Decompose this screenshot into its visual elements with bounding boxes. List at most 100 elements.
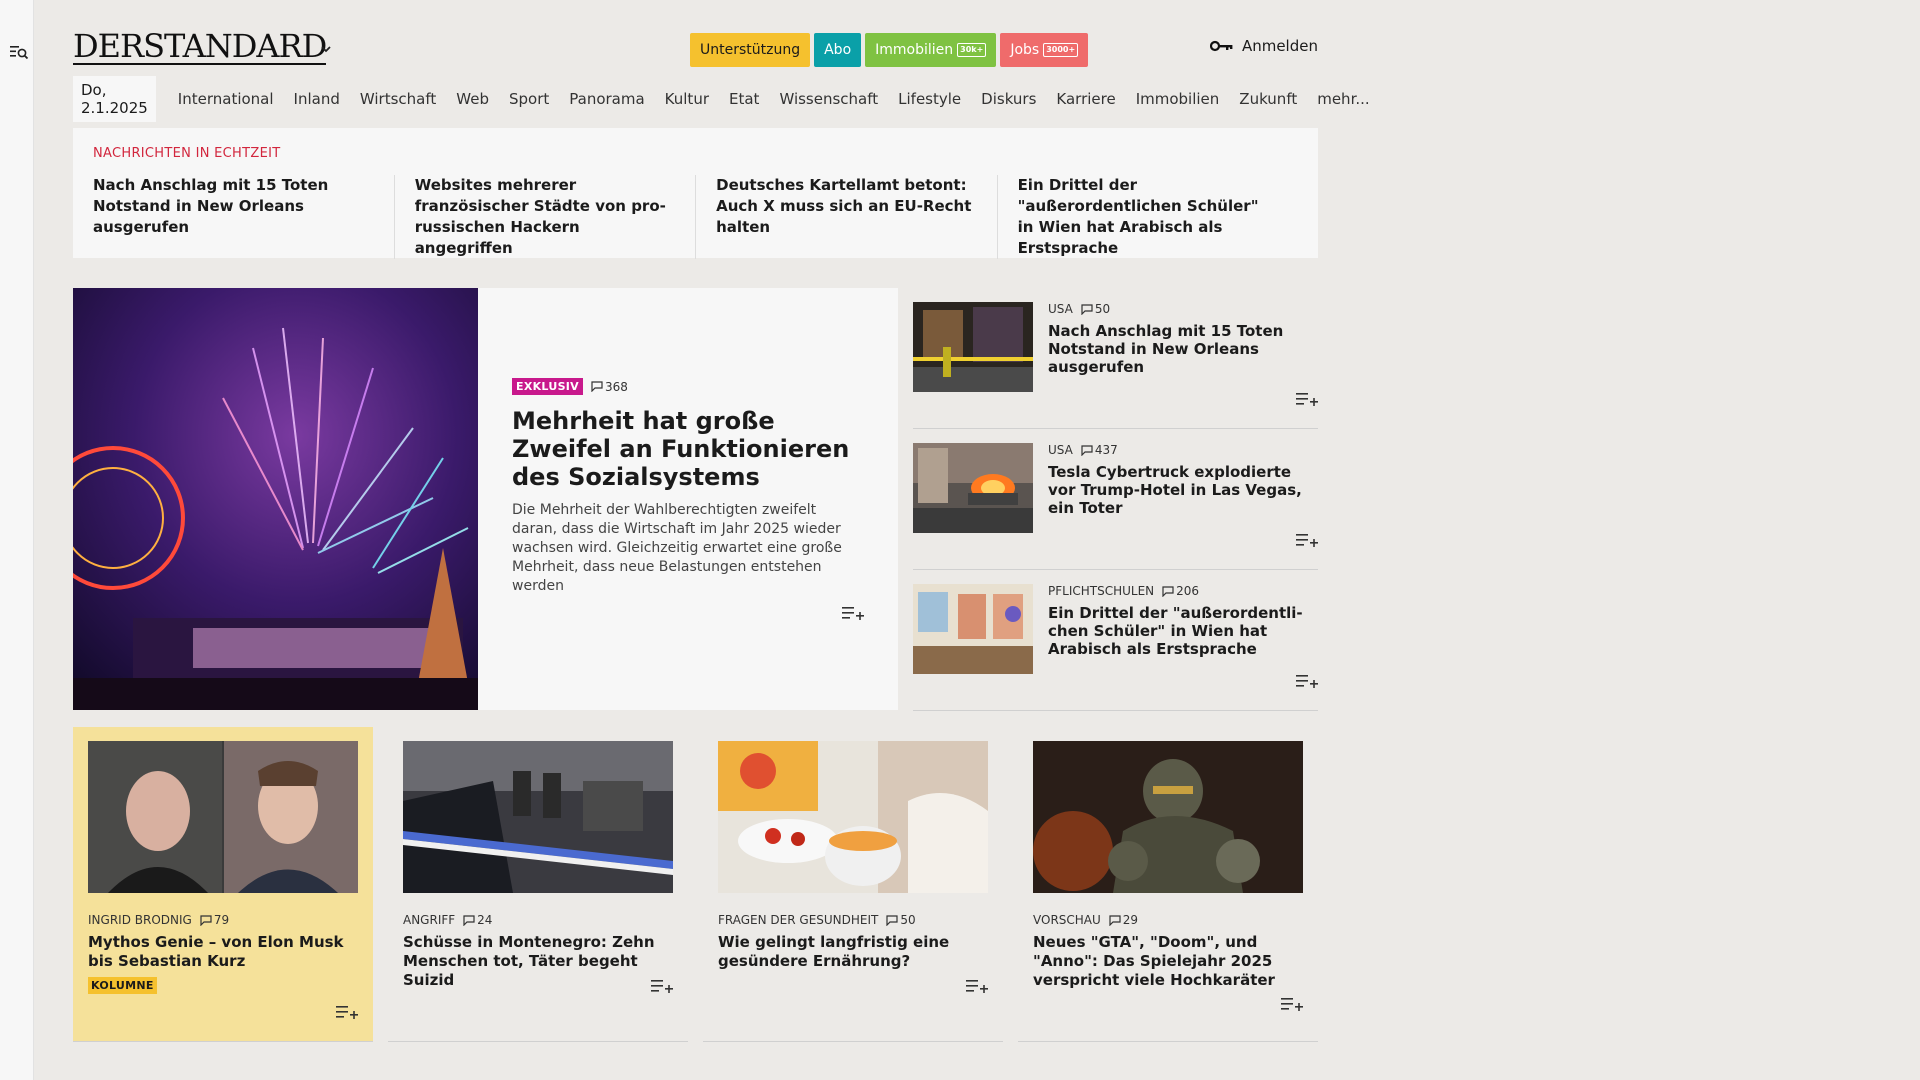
story-image: [1033, 741, 1303, 893]
nav-item-inland[interactable]: Inland: [284, 90, 350, 108]
comment-count: 206: [1176, 584, 1200, 598]
add-to-list-icon[interactable]: [966, 979, 988, 993]
comment-count: 79: [213, 913, 230, 927]
lead-story-teaser: Die Mehrheit der Wahlberechtigten zweife…: [512, 502, 842, 594]
story-thumbnail: [913, 584, 1033, 674]
story-card-column[interactable]: INGRID BRODNIG 79 Mythos Genie – von Elo…: [73, 727, 373, 1042]
comment-count: 50: [900, 913, 916, 927]
story-image: [403, 741, 673, 893]
nav-item-wirtschaft[interactable]: Wirtschaft: [350, 90, 446, 108]
story-image: [718, 741, 988, 893]
add-to-list-icon[interactable]: [1281, 997, 1303, 1011]
login-label: Anmelden: [1241, 37, 1318, 55]
site-logo[interactable]: DERSTANDARD: [73, 30, 327, 65]
nav-item-karriere[interactable]: Karriere: [1046, 90, 1125, 108]
breaking-news-box: NACHRICHTEN IN ECHTZEIT Nach Anschlag mi…: [73, 128, 1318, 259]
key-icon: [1209, 40, 1233, 52]
chevron-down-icon[interactable]: [319, 42, 333, 56]
abo-label: Abo: [824, 42, 852, 58]
exclusive-badge: EXKLUSIV: [512, 378, 583, 395]
add-to-list-icon[interactable]: [651, 979, 673, 993]
nav-item-immobilien[interactable]: Immobilien: [1126, 90, 1230, 108]
immobilien-label: Immobilien: [875, 42, 954, 58]
nav-item-more[interactable]: mehr...: [1307, 90, 1379, 108]
column-badge: KOLUMNE: [88, 977, 157, 994]
comment-icon: [591, 381, 603, 392]
story-card[interactable]: FRAGEN DER GESUNDHEIT 50 Wie gelingt lan…: [703, 727, 1003, 1042]
comment-icon: [886, 914, 898, 926]
story-title[interactable]: Mythos Genie – von Elon Musk bis Sebasti…: [88, 933, 358, 971]
story-kicker: VORSCHAU: [1033, 913, 1101, 927]
story-kicker: INGRID BRODNIG: [88, 913, 192, 927]
story-card[interactable]: ANGRIFF 24 Schüsse in Montenegro: Zehn M…: [388, 727, 688, 1042]
side-story-list: USA 50 Nach Anschlag mit 15 Toten Notsta…: [913, 288, 1318, 711]
side-story[interactable]: USA 437 Tesla Cybertruck explodierte vor…: [913, 429, 1318, 570]
nav-item-kultur[interactable]: Kultur: [655, 90, 719, 108]
story-kicker: FRAGEN DER GESUNDHEIT: [718, 913, 879, 927]
story-title[interactable]: Schüsse in Montenegro: Zehn Menschen tot…: [403, 933, 673, 990]
story-title[interactable]: Tesla Cybertruck explodierte vor Trump-H…: [1048, 463, 1318, 517]
comment-count: 368: [605, 379, 628, 394]
jobs-label: Jobs: [1010, 42, 1040, 58]
nav-item-web[interactable]: Web: [446, 90, 499, 108]
comment-count: 50: [1094, 302, 1111, 316]
header-pills: Unterstützung Abo Immobilien 30k+ Jobs 300…: [690, 33, 1089, 67]
lead-story[interactable]: EXKLUSIV 368 Mehrheit hat große Zweifel …: [73, 288, 898, 710]
side-story[interactable]: USA 50 Nach Anschlag mit 15 Toten Notsta…: [913, 288, 1318, 429]
comment-count: 437: [1094, 443, 1118, 457]
lead-story-image: [73, 288, 478, 710]
story-card[interactable]: VORSCHAU 29 Neues "GTA", "Doom", und "An…: [1018, 727, 1318, 1042]
story-kicker: USA: [1048, 302, 1073, 316]
nav-item-etat[interactable]: Etat: [719, 90, 769, 108]
breaking-news-item[interactable]: Ein Drittel der "außerordentlichen Schül…: [996, 175, 1298, 259]
story-kicker: ANGRIFF: [403, 913, 456, 927]
side-story[interactable]: PFLICHTSCHULEN 206 Ein Drittel der "auße…: [913, 570, 1318, 711]
jobs-button[interactable]: Jobs 3000+: [1000, 33, 1089, 67]
comment-icon: [463, 914, 475, 926]
left-sidebar: [0, 0, 34, 1080]
nav-item-sport[interactable]: Sport: [499, 90, 559, 108]
breaking-news-item[interactable]: Nach Anschlag mit 15 Toten Notstand in N…: [93, 175, 394, 259]
nav-item-panorama[interactable]: Panorama: [559, 90, 654, 108]
story-kicker: USA: [1048, 443, 1073, 457]
add-to-list-icon[interactable]: [336, 1005, 358, 1019]
comment-icon: [1081, 303, 1093, 315]
login-button[interactable]: Anmelden: [1209, 37, 1318, 55]
story-title[interactable]: Ein Drittel der "außerordentli-chen Schü…: [1048, 604, 1318, 658]
nav-item-diskurs[interactable]: Diskurs: [971, 90, 1046, 108]
story-grid: INGRID BRODNIG 79 Mythos Genie – von Elo…: [73, 727, 1318, 1042]
comment-icon: [1081, 444, 1093, 456]
nav-item-wissenschaft[interactable]: Wissenschaft: [769, 90, 888, 108]
comment-icon: [200, 914, 212, 926]
story-thumbnail: [913, 302, 1033, 392]
story-title[interactable]: Neues "GTA", "Doom", und "Anno": Das Spi…: [1033, 933, 1303, 990]
immobilien-count-badge: 30k+: [957, 43, 987, 57]
breaking-news-item[interactable]: Websites mehrerer französischer Städte v…: [393, 175, 695, 259]
lead-story-title[interactable]: Mehrheit hat große Zweifel an Funktionie…: [512, 407, 864, 491]
nav-item-lifestyle[interactable]: Lifestyle: [888, 90, 971, 108]
jobs-count-badge: 3000+: [1043, 43, 1079, 57]
story-title[interactable]: Nach Anschlag mit 15 Toten Notstand in N…: [1048, 322, 1318, 376]
breaking-news-item[interactable]: Deutsches Kartellamt betont: Auch X muss…: [695, 175, 996, 259]
support-label: Unterstützung: [700, 42, 801, 58]
immobilien-button[interactable]: Immobilien 30k+: [865, 33, 997, 67]
abo-button[interactable]: Abo: [814, 33, 862, 67]
breaking-news-heading: NACHRICHTEN IN ECHTZEIT: [93, 146, 281, 161]
story-thumbnail: [913, 443, 1033, 533]
current-date: Do, 2.1.2025: [73, 76, 156, 122]
page: DERSTANDARD Unterstützung Abo Immobilien…: [73, 0, 1370, 1080]
add-to-list-icon[interactable]: [1296, 533, 1318, 547]
story-kicker: PFLICHTSCHULEN: [1048, 584, 1155, 598]
support-button[interactable]: Unterstützung: [690, 33, 811, 67]
comment-count: 24: [477, 913, 493, 927]
add-to-list-icon[interactable]: [1296, 392, 1318, 406]
menu-search-icon[interactable]: [9, 43, 29, 61]
nav-item-zukunft[interactable]: Zukunft: [1229, 90, 1307, 108]
section-nav: Do, 2.1.2025 International Inland Wirtsc…: [73, 76, 1380, 122]
comment-count: 29: [1122, 913, 1139, 927]
nav-item-international[interactable]: International: [168, 90, 284, 108]
story-title[interactable]: Wie gelingt langfristig eine gesündere E…: [718, 933, 988, 971]
comment-icon: [1109, 914, 1121, 926]
add-to-list-icon[interactable]: [842, 606, 864, 620]
add-to-list-icon[interactable]: [1296, 674, 1318, 688]
